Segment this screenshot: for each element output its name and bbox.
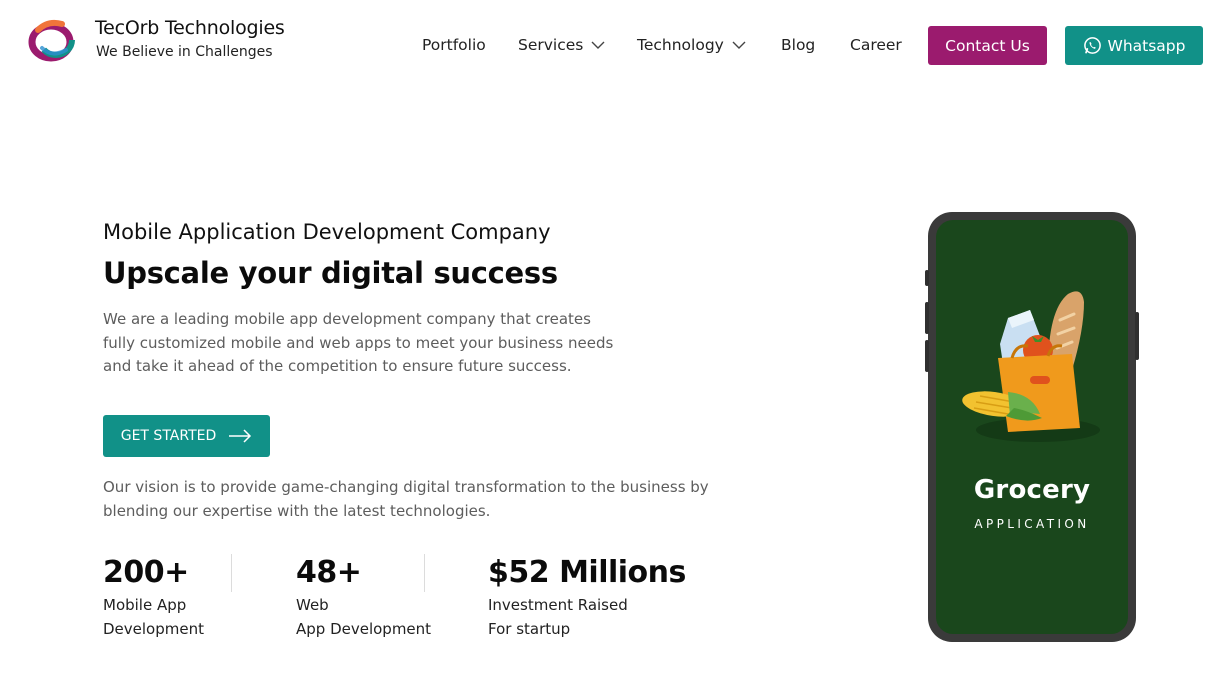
- stat-label-line1: Web: [296, 596, 329, 614]
- brand-name[interactable]: TecOrb Technologies: [95, 17, 285, 39]
- stat-investment: $52 Millions Investment Raised For start…: [488, 556, 686, 641]
- stat-label-line2: App Development: [296, 619, 432, 638]
- nav-item-services[interactable]: Services: [518, 36, 605, 54]
- nav-label: Technology: [637, 36, 724, 54]
- get-started-label: GET STARTED: [120, 428, 217, 444]
- stat-value: 200+: [103, 555, 189, 590]
- tecorb-logo[interactable]: [28, 18, 78, 64]
- nav-label: Services: [518, 36, 584, 54]
- hero-title: Upscale your digital success: [103, 256, 558, 290]
- stat-divider: [424, 554, 425, 592]
- nav-label: Blog: [781, 36, 816, 54]
- phone-screen: Grocery APPLICATION: [936, 220, 1128, 634]
- stat-value: 48+: [296, 555, 362, 590]
- stat-mobile-apps: 200+ Mobile App Development: [103, 556, 204, 641]
- chevron-down-icon: [732, 41, 746, 49]
- chevron-down-icon: [591, 41, 605, 49]
- whatsapp-button[interactable]: Whatsapp: [1065, 26, 1203, 65]
- vision-statement: Our vision is to provide game-changing d…: [103, 478, 709, 520]
- stat-value: $52 Millions: [488, 555, 686, 590]
- site-header: TecOrb Technologies We Believe in Challe…: [0, 0, 1224, 90]
- nav-label: Portfolio: [422, 36, 486, 54]
- get-started-button[interactable]: GET STARTED: [103, 415, 270, 457]
- contact-us-button[interactable]: Contact Us: [928, 26, 1047, 65]
- hero-kicker: Mobile Application Development Company: [103, 220, 551, 244]
- grocery-bag-illustration: [962, 291, 1100, 442]
- stat-web-apps: 48+ Web App Development: [296, 556, 431, 641]
- nav-item-career[interactable]: Career: [850, 36, 902, 54]
- hero-description: We are a leading mobile app development …: [103, 310, 614, 375]
- nav-item-technology[interactable]: Technology: [637, 36, 746, 54]
- nav-item-portfolio[interactable]: Portfolio: [422, 36, 486, 54]
- phone-side-button: [925, 340, 929, 372]
- nav-label: Career: [850, 36, 902, 54]
- phone-side-button: [925, 270, 929, 286]
- phone-mockup: Grocery APPLICATION: [925, 212, 1139, 642]
- whatsapp-label: Whatsapp: [1107, 36, 1186, 55]
- stat-label-line2: Development: [103, 619, 204, 638]
- brand-tagline: We Believe in Challenges: [96, 44, 273, 60]
- phone-side-button: [925, 302, 929, 334]
- grocery-title: Grocery: [973, 475, 1091, 505]
- arrow-right-icon: [229, 429, 252, 443]
- whatsapp-icon: [1083, 37, 1101, 54]
- stat-divider: [231, 554, 232, 592]
- phone-side-button: [1135, 312, 1139, 360]
- nav-item-blog[interactable]: Blog: [781, 36, 815, 54]
- stat-label-line1: Investment Raised: [488, 596, 628, 614]
- stat-label-line1: Mobile App: [103, 596, 187, 614]
- grocery-subtitle: APPLICATION: [974, 517, 1090, 531]
- stat-label-line2: For startup: [488, 619, 571, 638]
